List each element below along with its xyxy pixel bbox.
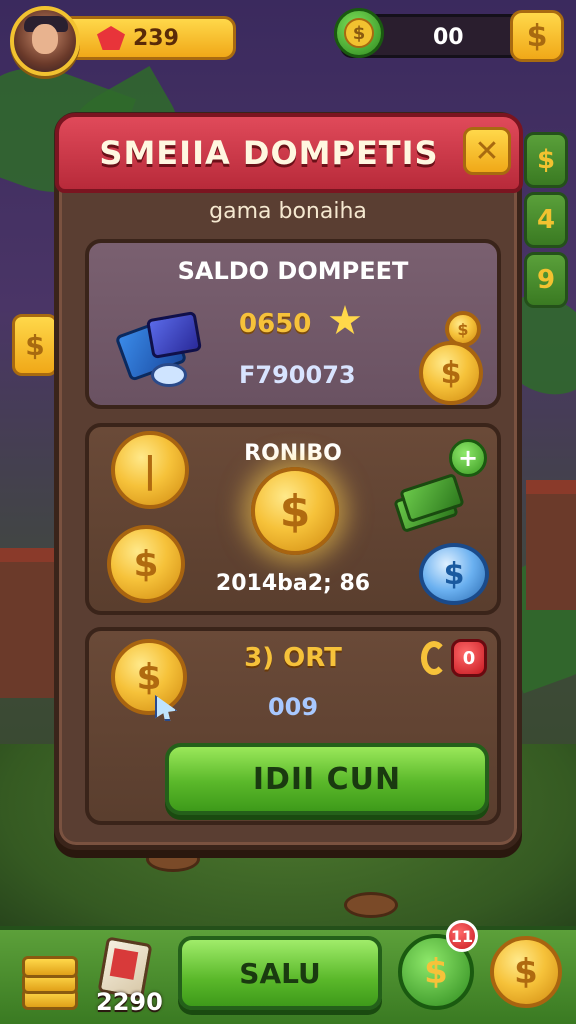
player-avatar[interactable] (10, 6, 80, 76)
coin-icon: | (111, 431, 189, 509)
moon-icon (421, 641, 447, 675)
coin-icon: $ (419, 341, 483, 405)
balance-code: F790073 (239, 361, 356, 389)
add-bonus-button[interactable]: + (449, 439, 487, 477)
balance-title: SALDO DOMPEET (177, 257, 409, 285)
side-coin-button[interactable]: $ (12, 314, 58, 376)
gold-coin-button[interactable]: $ (490, 936, 562, 1008)
side-item-9[interactable]: 9 (524, 252, 568, 308)
cash-stack-icon (393, 472, 467, 534)
claim-button[interactable]: IDII CUN (165, 743, 489, 815)
reward-badge[interactable]: 0 (451, 639, 487, 677)
gem-icon (97, 26, 125, 50)
side-item-coin[interactable]: $ (524, 132, 568, 188)
coin-count: 00 (433, 25, 464, 50)
coin-stack-button[interactable] (18, 942, 82, 1016)
stump-decoration (344, 892, 398, 918)
bonus-panel: RONIBO | $ $ 2014ba2; 86 + $ (85, 423, 501, 615)
featured-coin-icon: $ (251, 467, 339, 555)
badge-count: 0 (462, 647, 476, 669)
cards-icon (114, 310, 211, 395)
hut-decoration (0, 548, 60, 698)
blue-coin-icon: $ (419, 543, 489, 605)
close-icon: ✕ (474, 133, 500, 169)
top-bar: 239 00 $ $ (0, 0, 576, 90)
gem-count: 239 (133, 25, 179, 51)
star-icon (329, 305, 361, 335)
main-action-button[interactable]: SALU (178, 936, 382, 1010)
bottom-bar: 2290 SALU $ 11 $ (0, 920, 576, 1024)
reward-code: 009 (267, 693, 319, 721)
dollar-icon: $ (344, 18, 374, 48)
green-coin-icon: $ (334, 8, 384, 58)
close-button[interactable]: ✕ (463, 127, 511, 175)
modal-header: SMEIIA DOMPETIS ✕ (55, 113, 523, 193)
balance-amount: 0650 (239, 309, 312, 339)
gem-counter[interactable]: 239 (60, 16, 236, 60)
wallet-modal: SMEIIA DOMPETIS ✕ gama bonaiha SALDO DOM… (54, 112, 523, 850)
card-count: 2290 (96, 988, 163, 1016)
balance-panel: SALDO DOMPEET 0650 F790073 $ $ (85, 239, 501, 409)
reward-panel: $ 3) ORT 009 0 IDII CUN (85, 627, 501, 825)
buy-coins-button[interactable]: $ (510, 10, 564, 62)
plus-icon: + (457, 444, 479, 472)
notification-badge: 11 (446, 920, 478, 952)
modal-title: SMEIIA DOMPETIS (99, 134, 439, 172)
dollar-icon: $ (424, 952, 448, 992)
modal-subtitle: gama bonaiha (209, 199, 367, 224)
side-item-4[interactable]: 4 (524, 192, 568, 248)
avatar-face-icon (32, 24, 58, 54)
hut-decoration (526, 480, 576, 610)
